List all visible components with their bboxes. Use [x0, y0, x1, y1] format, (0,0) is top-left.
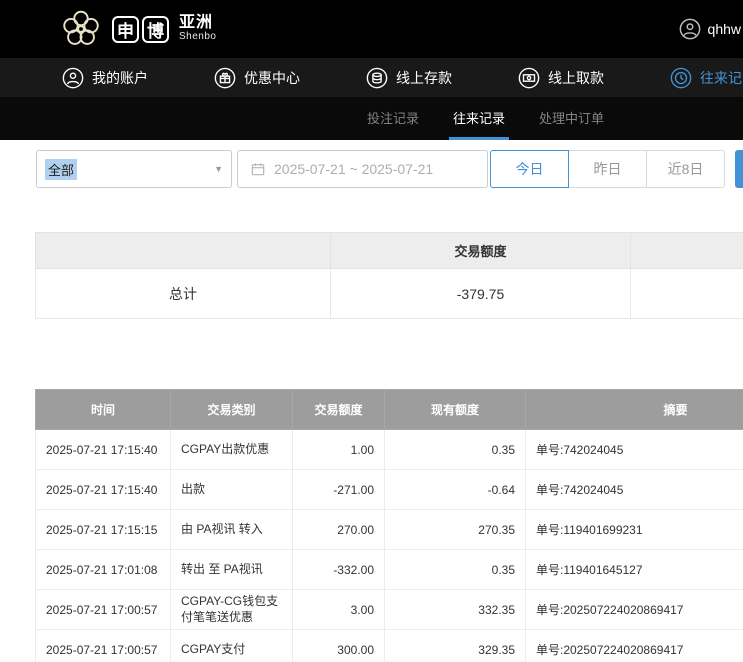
type-cell: CGPAY出款优惠 — [171, 430, 293, 470]
category-select[interactable]: 全部 ▼ — [36, 150, 232, 188]
time-cell: 2025-07-21 17:15:40 — [36, 470, 171, 510]
amount-cell: -332.00 — [293, 550, 385, 590]
nav-label: 优惠中心 — [244, 68, 300, 88]
records-row: 2025-07-21 17:00:57CGPAY-CG钱包支付笔笔送优惠3.00… — [36, 590, 743, 630]
tab-transaction-records[interactable]: 往来记录 — [449, 97, 509, 140]
user-avatar-icon — [679, 18, 701, 40]
records-row: 2025-07-21 17:15:15由 PA视讯 转入270.00270.35… — [36, 510, 743, 550]
nav-label: 线上存款 — [396, 68, 452, 88]
logo-flower-icon — [58, 6, 104, 52]
balance-cell: -0.64 — [385, 470, 526, 510]
type-cell: 出款 — [171, 470, 293, 510]
summary-cell: 单号:202507224020869417 — [526, 630, 743, 662]
summary-cell: 单号:119401645127 — [526, 550, 743, 590]
chevron-down-icon: ▼ — [214, 164, 223, 174]
summary-total-empty — [631, 269, 743, 319]
quick-date-buttons: 今日 昨日 近8日 — [491, 150, 725, 188]
type-cell: 由 PA视讯 转入 — [171, 510, 293, 550]
records-row: 2025-07-21 17:15:40CGPAY出款优惠1.000.35单号:7… — [36, 430, 743, 470]
records-row: 2025-07-21 17:15:40出款-271.00-0.64单号:7420… — [36, 470, 743, 510]
records-column-header: 摘要 — [526, 390, 743, 430]
filter-bar: 全部 ▼ 2025-07-21 ~ 2025-07-21 今日 昨日 近8日 — [36, 149, 743, 189]
type-cell: CGPAY支付 — [171, 630, 293, 662]
records-header-row: 时间交易类别交易额度现有额度摘要 — [36, 390, 743, 430]
time-cell: 2025-07-21 17:00:57 — [36, 590, 171, 630]
amount-cell: 270.00 — [293, 510, 385, 550]
username-text: qhhw — [708, 21, 741, 37]
summary-header-amount: 交易额度 — [331, 233, 631, 269]
search-button-partial[interactable] — [735, 150, 743, 188]
account-icon — [62, 67, 84, 89]
logo: 申 博 亚洲 Shenbo — [58, 6, 216, 52]
logo-subtitle: 亚洲 Shenbo — [179, 15, 216, 42]
user-account[interactable]: qhhw — [679, 0, 743, 58]
records-table: 时间交易类别交易额度现有额度摘要 2025-07-21 17:15:40CGPA… — [35, 389, 743, 662]
records-column-header: 交易额度 — [293, 390, 385, 430]
time-cell: 2025-07-21 17:15:15 — [36, 510, 171, 550]
amount-cell: 1.00 — [293, 430, 385, 470]
summary-total-label: 总计 — [36, 269, 331, 319]
nav-item-records[interactable]: 往来记录 — [670, 67, 743, 89]
summary-header-row: 交易额度 — [36, 233, 743, 269]
time-cell: 2025-07-21 17:15:40 — [36, 430, 171, 470]
summary-cell: 单号:202507224020869417 — [526, 590, 743, 630]
calendar-icon — [250, 161, 266, 177]
summary-total-row: 总计 -379.75 — [36, 269, 743, 319]
main-nav: 我的账户 优惠中心 线上存款 线上取款 往来记录 — [0, 58, 743, 97]
records-column-header: 现有额度 — [385, 390, 526, 430]
nav-label: 我的账户 — [92, 68, 148, 88]
time-cell: 2025-07-21 17:01:08 — [36, 550, 171, 590]
records-column-header: 交易类别 — [171, 390, 293, 430]
nav-label: 线上取款 — [548, 68, 604, 88]
summary-header-empty — [631, 233, 743, 269]
summary-cell: 单号:119401699231 — [526, 510, 743, 550]
summary-header-empty — [36, 233, 331, 269]
amount-cell: 3.00 — [293, 590, 385, 630]
logo-region: 亚洲 — [179, 15, 216, 32]
amount-cell: 300.00 — [293, 630, 385, 662]
balance-cell: 0.35 — [385, 430, 526, 470]
nav-item-withdraw[interactable]: 线上取款 — [518, 67, 604, 89]
records-row: 2025-07-21 17:00:57CGPAY支付300.00329.35单号… — [36, 630, 743, 662]
nav-item-deposit[interactable]: 线上存款 — [366, 67, 452, 89]
nav-label: 往来记录 — [700, 68, 743, 88]
deposit-icon — [366, 67, 388, 89]
nav-item-promotions[interactable]: 优惠中心 — [214, 67, 300, 89]
summary-total-value: -379.75 — [331, 269, 631, 319]
balance-cell: 0.35 — [385, 550, 526, 590]
date-range-input[interactable]: 2025-07-21 ~ 2025-07-21 — [237, 150, 488, 188]
summary-cell: 单号:742024045 — [526, 470, 743, 510]
tab-bar: 投注记录 往来记录 处理中订单 — [0, 97, 743, 140]
time-cell: 2025-07-21 17:00:57 — [36, 630, 171, 662]
tab-betting-records[interactable]: 投注记录 — [363, 97, 423, 140]
records-column-header: 时间 — [36, 390, 171, 430]
tab-processing-orders[interactable]: 处理中订单 — [535, 97, 608, 140]
yesterday-button[interactable]: 昨日 — [568, 150, 647, 188]
balance-cell: 270.35 — [385, 510, 526, 550]
type-cell: 转出 至 PA视讯 — [171, 550, 293, 590]
balance-cell: 329.35 — [385, 630, 526, 662]
amount-cell: -271.00 — [293, 470, 385, 510]
category-selected-value: 全部 — [45, 159, 77, 180]
balance-cell: 332.35 — [385, 590, 526, 630]
nav-item-my-account[interactable]: 我的账户 — [62, 67, 148, 89]
logo-char-1: 申 — [112, 16, 139, 43]
summary-table: 交易额度 总计 -379.75 — [35, 232, 743, 319]
logo-brand-latin: Shenbo — [179, 32, 216, 43]
content-area: 全部 ▼ 2025-07-21 ~ 2025-07-21 今日 昨日 近8日 — [0, 140, 743, 662]
date-range-value: 2025-07-21 ~ 2025-07-21 — [274, 161, 433, 177]
logo-wordmark: 申 博 — [112, 16, 169, 43]
page: 申 博 亚洲 Shenbo qhhw 我的账户 优惠中心 — [0, 0, 743, 662]
top-header: 申 博 亚洲 Shenbo qhhw — [0, 0, 743, 58]
records-icon — [670, 67, 692, 89]
logo-char-2: 博 — [142, 16, 169, 43]
records-row: 2025-07-21 17:01:08转出 至 PA视讯-332.000.35单… — [36, 550, 743, 590]
type-cell: CGPAY-CG钱包支付笔笔送优惠 — [171, 590, 293, 630]
summary-cell: 单号:742024045 — [526, 430, 743, 470]
withdraw-icon — [518, 67, 540, 89]
promo-icon — [214, 67, 236, 89]
today-button[interactable]: 今日 — [490, 150, 569, 188]
last-8-days-button[interactable]: 近8日 — [646, 150, 725, 188]
